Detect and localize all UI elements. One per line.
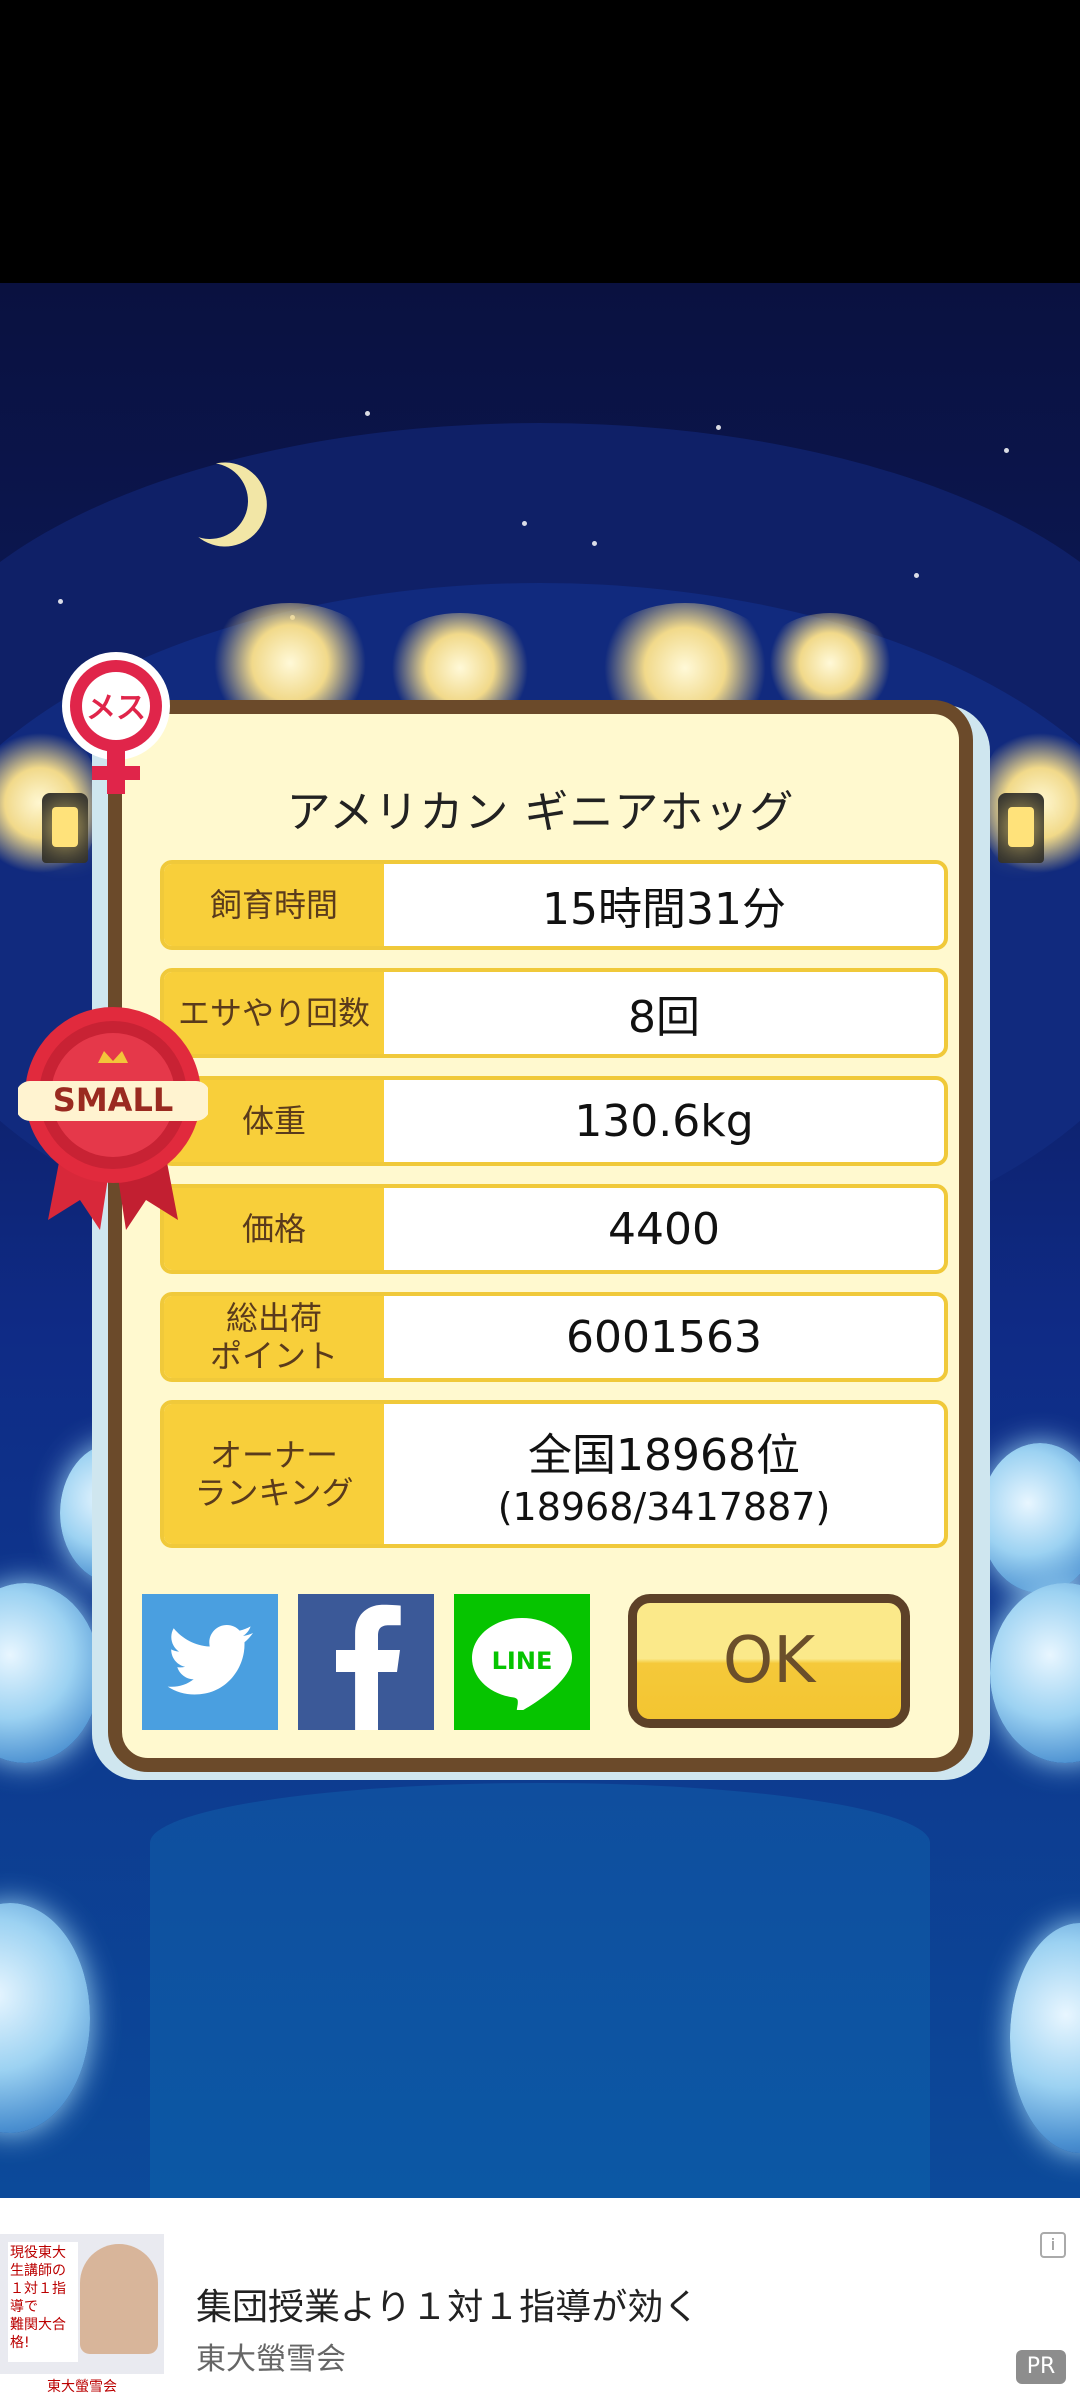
svg-text:メス: メス (86, 691, 146, 726)
ad-thumb-brand: 東大螢雪会 (0, 2374, 164, 2400)
star (716, 425, 721, 430)
lamp-icon (42, 793, 88, 863)
lamp-icon (998, 793, 1044, 863)
stat-row-breeding-time: 飼育時間 15時間31分 (160, 860, 948, 950)
light-ball (0, 1583, 100, 1763)
ok-button[interactable]: OK (628, 1594, 910, 1728)
stat-row-price: 価格 4400 (160, 1184, 948, 1274)
line-icon: LINE (472, 1618, 572, 1710)
animal-name: アメリカン ギニアホッグ (286, 787, 795, 838)
stat-value: 6001563 (566, 1311, 762, 1363)
light-ball (0, 1903, 90, 2133)
star (1004, 448, 1009, 453)
tree-lights (760, 613, 900, 713)
female-badge-icon: メス (62, 652, 170, 794)
facebook-f-icon (336, 1604, 401, 1730)
stat-label: 総出荷 ポイント (164, 1296, 384, 1378)
status-bar-area (0, 0, 1080, 283)
star (365, 411, 370, 416)
result-dialog: アメリカン ギニアホッグ 飼育時間 15時間31分 エサやり回数 8回 体重 1… (108, 700, 973, 1772)
stat-row-owner-ranking: オーナー ランキング 全国18968位 (18968/3417887) (160, 1400, 948, 1548)
stat-row-weight: 体重 130.6kg (160, 1076, 948, 1166)
ad-person-image (80, 2244, 158, 2354)
stat-value: 130.6kg (574, 1095, 754, 1147)
light-ball (990, 1583, 1080, 1763)
ad-advertiser: 東大螢雪会 (196, 2342, 346, 2377)
twitter-bird-icon (167, 1625, 253, 1695)
path (150, 1783, 930, 2198)
svg-text:SMALL: SMALL (53, 1081, 173, 1119)
ad-thumbnail[interactable]: 現役東大生講師の １対１指導で 難関大合格! 東大螢雪会 (0, 2234, 164, 2400)
star (522, 521, 527, 526)
stat-row-shipping-points: 総出荷 ポイント 6001563 (160, 1292, 948, 1382)
ad-info-icon[interactable]: i (1040, 2232, 1066, 2258)
star (58, 599, 63, 604)
ad-thumb-text: 現役東大生講師の １対１指導で 難関大合格! (8, 2242, 78, 2362)
light-ball (980, 1443, 1080, 1593)
ad-banner[interactable]: 現役東大生講師の １対１指導で 難関大合格! 東大螢雪会 集団授業より１対１指導… (0, 2198, 1080, 2400)
ad-title[interactable]: 集団授業より１対１指導が効く (196, 2278, 699, 2330)
line-share-button[interactable]: LINE (454, 1594, 590, 1730)
twitter-share-button[interactable] (142, 1594, 278, 1730)
svg-text:LINE: LINE (492, 1647, 553, 1675)
stat-label: オーナー ランキング (164, 1404, 384, 1544)
stat-value: 8回 (628, 992, 700, 1043)
stat-value: 15時間31分 (542, 884, 786, 935)
facebook-share-button[interactable] (298, 1594, 434, 1730)
ok-label: OK (722, 1624, 816, 1698)
light-ball (1010, 1923, 1080, 2153)
star (592, 541, 597, 546)
stat-row-feed-count: エサやり回数 8回 (160, 968, 948, 1058)
size-ribbon-badge: SMALL (18, 1007, 208, 1230)
stat-value: 4400 (608, 1203, 720, 1255)
star (914, 573, 919, 578)
stat-value: 全国18968位 (18968/3417887) (497, 1430, 831, 1529)
stat-label: 飼育時間 (164, 864, 384, 946)
ad-pr-badge: PR (1016, 2350, 1066, 2384)
